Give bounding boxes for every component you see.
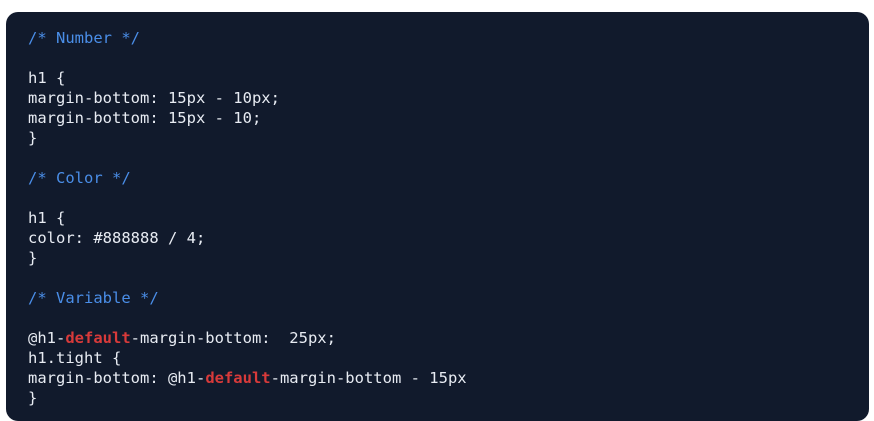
code-token: @h1- [28, 329, 66, 347]
code-keyword: default [205, 369, 271, 387]
code-token: color: #888888 / 4; [28, 229, 206, 247]
code-token: } [28, 249, 38, 267]
code-content: /* Number */ h1 { margin-bottom: 15px - 10… [28, 28, 869, 408]
code-line: h1 { [28, 208, 869, 228]
code-line: h1 { [28, 68, 869, 88]
code-line: } [28, 388, 869, 408]
code-token: -margin-bottom - 15px [270, 369, 467, 387]
code-comment: /* Variable */ [28, 289, 159, 307]
code-token: h1 { [28, 209, 66, 227]
code-token: -margin-bottom: 25px; [130, 329, 336, 347]
code-line: h1.tight { [28, 348, 869, 368]
code-line: margin-bottom: 15px - 10; [28, 108, 869, 128]
code-line: margin-bottom: @h1-default-margin-bottom… [28, 368, 869, 388]
code-line: } [28, 128, 869, 148]
code-line: /* Variable */ [28, 288, 869, 308]
code-line: @h1-default-margin-bottom: 25px; [28, 328, 869, 348]
code-token: } [28, 129, 38, 147]
code-comment: /* Color */ [28, 169, 131, 187]
code-comment: /* Number */ [28, 29, 140, 47]
code-token: h1 { [28, 69, 66, 87]
code-line: margin-bottom: 15px - 10px; [28, 88, 869, 108]
code-token: margin-bottom: 15px - 10px; [28, 89, 280, 107]
code-block: /* Number */ h1 { margin-bottom: 15px - 10… [6, 12, 869, 421]
code-token: margin-bottom: @h1- [28, 369, 206, 387]
code-line: /* Color */ [28, 168, 869, 188]
code-keyword: default [65, 329, 131, 347]
code-line: /* Number */ [28, 28, 869, 48]
code-token: } [28, 389, 38, 407]
code-token: h1.tight { [28, 349, 122, 367]
code-token: margin-bottom: 15px - 10; [28, 109, 262, 127]
code-line: } [28, 248, 869, 268]
code-line: color: #888888 / 4; [28, 228, 869, 248]
